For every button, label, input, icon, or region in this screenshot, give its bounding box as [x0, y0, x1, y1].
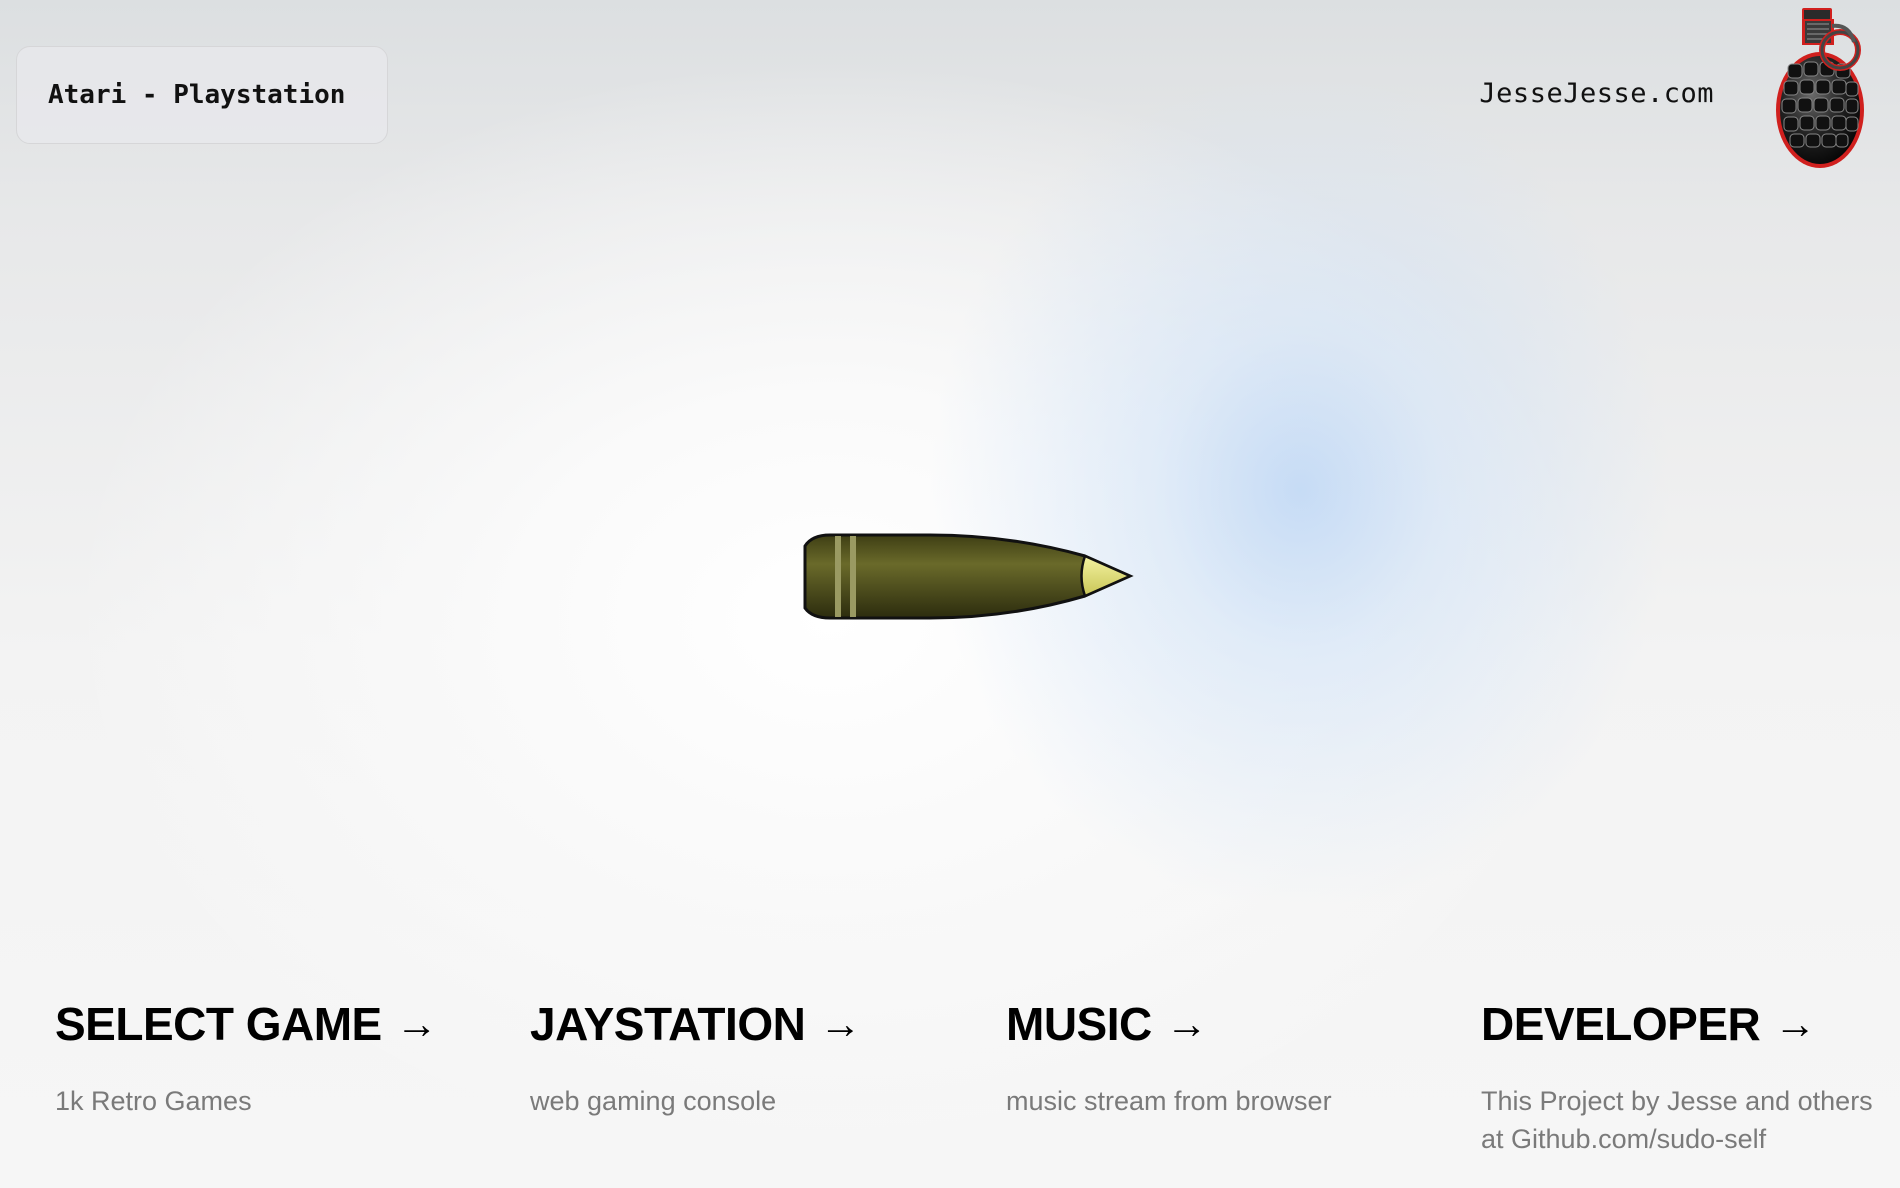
card-description: 1k Retro Games: [55, 1086, 252, 1116]
card-developer[interactable]: DEVELOPER → This Project by Jesse and ot…: [1481, 994, 1891, 1158]
title-text: Atari - Playstation: [48, 80, 346, 110]
grenade-icon[interactable]: [1774, 6, 1874, 168]
card-jaystation[interactable]: JAYSTATION → web gaming console: [530, 994, 861, 1120]
arrow-right-icon: →: [395, 1000, 438, 1047]
card-description: web gaming console: [530, 1086, 777, 1116]
card-title: JAYSTATION →: [530, 994, 861, 1054]
card-title: SELECT GAME →: [55, 994, 438, 1054]
card-description: This Project by Jesse and others at Gith…: [1481, 1086, 1873, 1154]
arrow-right-icon: →: [1774, 1000, 1816, 1047]
menu-cards: SELECT GAME → 1k Retro Games JAYSTATION …: [0, 994, 1900, 1188]
card-music[interactable]: MUSIC → music stream from browser: [1006, 994, 1332, 1120]
site-link[interactable]: JesseJesse.com: [1479, 78, 1714, 109]
card-title: DEVELOPER →: [1481, 994, 1891, 1054]
title-badge[interactable]: Atari - Playstation: [16, 46, 388, 144]
card-description: music stream from browser: [1006, 1086, 1332, 1116]
bullet-icon: [803, 533, 1134, 620]
arrow-right-icon: →: [819, 1000, 861, 1047]
arrow-right-icon: →: [1165, 1000, 1208, 1047]
card-title: MUSIC →: [1006, 994, 1332, 1054]
card-select-game[interactable]: SELECT GAME → 1k Retro Games: [55, 994, 438, 1120]
